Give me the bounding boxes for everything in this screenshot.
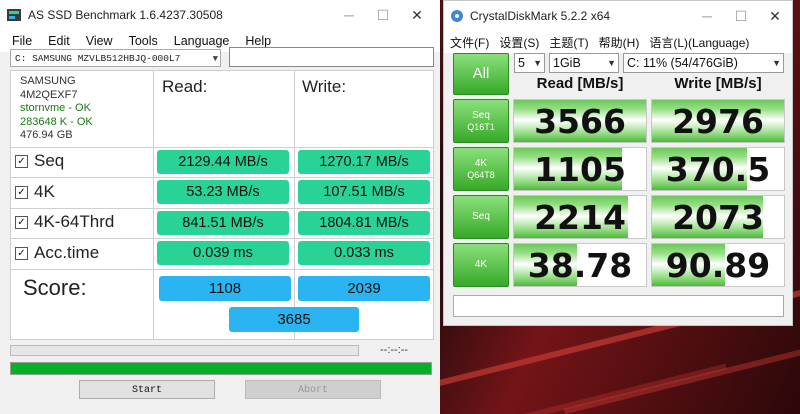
row-4k-label[interactable]: ✓ 4K	[15, 182, 55, 202]
results-grid: SAMSUNG 4M2QEXF7 stornvme - OK 283648 K …	[10, 70, 434, 340]
menu-settings[interactable]: 设置(S)	[499, 34, 539, 51]
overall-progress-bar	[10, 362, 432, 375]
disk-icon	[451, 10, 463, 22]
chevron-down-icon: ▼	[772, 58, 781, 68]
acctime-write-value: 0.033 ms	[298, 241, 430, 265]
drive-select-value: C: SAMSUNG MZVLB512HBJQ-000L7	[15, 53, 181, 64]
run-all-button[interactable]: All	[453, 53, 509, 95]
seq-write-value: 1270.17 MB/s	[298, 150, 430, 174]
minimize-icon[interactable]: ─	[332, 0, 366, 30]
4k-q64t8-write-result: 370.5	[651, 147, 785, 191]
seq-read-result: 2214	[513, 195, 647, 239]
test-progress-bar	[10, 345, 359, 356]
driver-status: stornvme - OK	[20, 102, 91, 114]
menu-view[interactable]: View	[86, 34, 113, 48]
4k-q64t8-read-result: 1105	[513, 147, 647, 191]
drive-firmware: 4M2QEXF7	[20, 88, 78, 101]
seq-write-result: 2073	[651, 195, 785, 239]
crystaldiskmark-window: CrystalDiskMark 5.2.2 x64 ─ ☐ ✕ 文件(F) 设置…	[443, 0, 793, 326]
write-header: Write [MB/s]	[674, 75, 762, 92]
test-seq-button[interactable]: Seq	[453, 195, 509, 239]
window-title: AS SSD Benchmark 1.6.4237.30508	[28, 8, 223, 22]
menu-file[interactable]: 文件(F)	[450, 34, 489, 51]
menu-theme[interactable]: 主题(T)	[549, 34, 588, 51]
maximize-icon[interactable]: ☐	[724, 1, 758, 31]
menu-language[interactable]: 语言(L)(Language)	[649, 34, 749, 51]
title-bar: AS SSD Benchmark 1.6.4237.30508 ─ ☐ ✕	[0, 0, 440, 30]
score-total: 3685	[229, 307, 359, 332]
checkbox-icon[interactable]: ✓	[15, 215, 28, 229]
menu-help[interactable]: 帮助(H)	[599, 34, 640, 51]
chevron-down-icon: ▼	[533, 58, 542, 68]
menu-help[interactable]: Help	[245, 34, 271, 48]
4k-read-value: 53.23 MB/s	[157, 180, 289, 204]
drive-capacity: 476.94 GB	[20, 129, 73, 141]
abort-button[interactable]: Abort	[245, 380, 381, 399]
4k64-read-value: 841.51 MB/s	[157, 211, 289, 235]
score-label: Score:	[23, 275, 87, 300]
drive-info: SAMSUNG 4M2QEXF7 stornvme - OK 283648 K …	[20, 75, 93, 143]
read-header: Read:	[162, 77, 208, 96]
row-acctime-label[interactable]: ✓ Acc.time	[15, 243, 99, 263]
menu-tools[interactable]: Tools	[129, 34, 158, 48]
test-4k-q64t8-button[interactable]: 4K Q64T8	[453, 147, 509, 191]
write-header: Write:	[302, 77, 347, 96]
as-ssd-window: AS SSD Benchmark 1.6.4237.30508 ─ ☐ ✕ Fi…	[0, 0, 440, 414]
menu-bar: 文件(F) 设置(S) 主题(T) 帮助(H) 语言(L)(Language)	[444, 31, 792, 53]
path-input[interactable]	[229, 47, 434, 67]
comment-input[interactable]	[453, 295, 784, 317]
score-read: 1108	[159, 276, 291, 301]
chevron-down-icon: ▼	[212, 54, 218, 64]
read-header: Read [MB/s]	[536, 75, 624, 92]
chevron-down-icon: ▼	[607, 58, 616, 68]
4k-write-result: 90.89	[651, 243, 785, 287]
score-write: 2039	[298, 276, 430, 301]
seq-read-value: 2129.44 MB/s	[157, 150, 289, 174]
start-button[interactable]: Start	[79, 380, 215, 399]
row-4k64-label[interactable]: ✓ 4K-64Thrd	[15, 212, 114, 232]
close-icon[interactable]: ✕	[400, 0, 434, 30]
window-title: CrystalDiskMark 5.2.2 x64	[470, 9, 611, 23]
test-seq-q16t1-button[interactable]: Seq Q16T1	[453, 99, 509, 143]
drive-select[interactable]: C: SAMSUNG MZVLB512HBJQ-000L7 ▼	[10, 49, 221, 67]
acctime-read-value: 0.039 ms	[157, 241, 289, 265]
row-seq-label[interactable]: ✓ Seq	[15, 151, 64, 171]
seq-q16t1-write-result: 2976	[651, 99, 785, 143]
drive-select[interactable]: C: 11% (54/476GiB) ▼	[623, 53, 784, 73]
title-bar: CrystalDiskMark 5.2.2 x64 ─ ☐ ✕	[444, 1, 792, 31]
4k64-write-value: 1804.81 MB/s	[298, 211, 430, 235]
checkbox-icon[interactable]: ✓	[15, 154, 28, 168]
size-select[interactable]: 1GiB ▼	[549, 53, 619, 73]
menu-language[interactable]: Language	[174, 34, 230, 48]
drive-vendor: SAMSUNG	[20, 75, 76, 87]
menu-file[interactable]: File	[12, 34, 32, 48]
close-icon[interactable]: ✕	[758, 1, 792, 31]
seq-q16t1-read-result: 3566	[513, 99, 647, 143]
test-4k-button[interactable]: 4K	[453, 243, 509, 287]
menu-edit[interactable]: Edit	[48, 34, 70, 48]
4k-read-result: 38.78	[513, 243, 647, 287]
checkbox-icon[interactable]: ✓	[15, 185, 28, 199]
alignment-status: 283648 K - OK	[20, 115, 93, 128]
minimize-icon[interactable]: ─	[690, 1, 724, 31]
maximize-icon[interactable]: ☐	[366, 0, 400, 30]
checkbox-icon[interactable]: ✓	[15, 246, 28, 260]
elapsed-time: --:--:--	[380, 344, 409, 356]
app-icon	[7, 9, 21, 21]
4k-write-value: 107.51 MB/s	[298, 180, 430, 204]
runs-select[interactable]: 5 ▼	[514, 53, 545, 73]
